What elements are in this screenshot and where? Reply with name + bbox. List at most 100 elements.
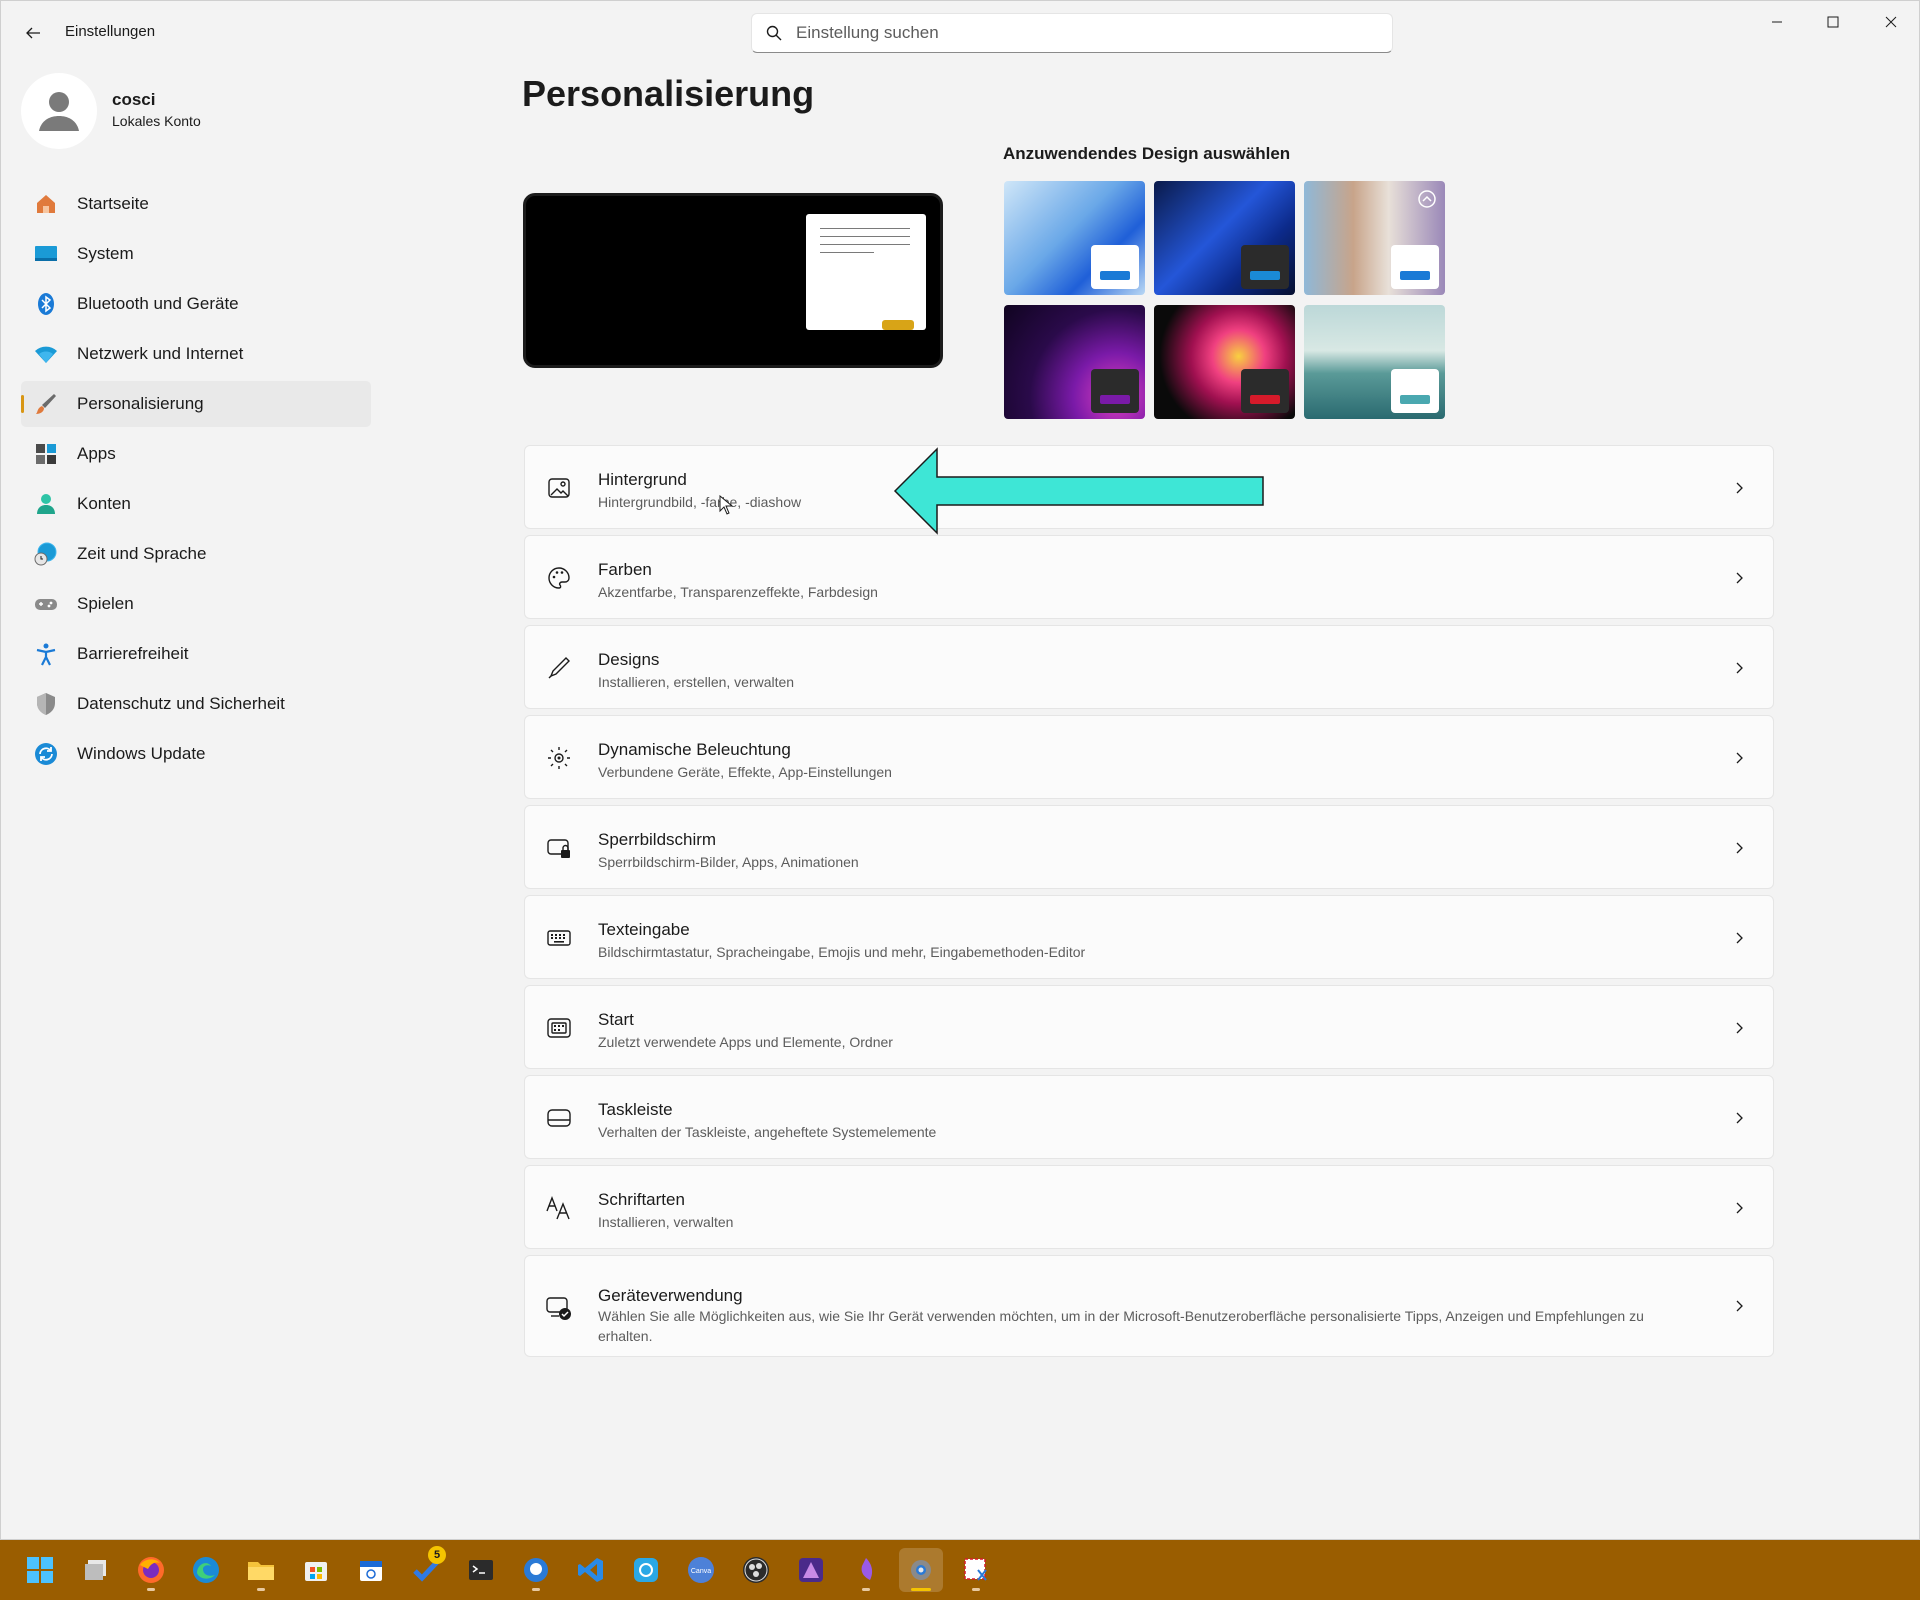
preview-window <box>806 214 926 330</box>
apps-icon <box>33 441 59 467</box>
card-subtitle: Sperrbildschirm-Bilder, Apps, Animatione… <box>598 854 859 870</box>
chat-icon <box>524 1558 548 1582</box>
app-title: Einstellungen <box>65 23 156 40</box>
globe-clock-icon <box>33 541 59 567</box>
notification-badge: 5 <box>428 1546 446 1564</box>
card-dynamische-beleuchtung[interactable]: Dynamische Beleuchtung Verbundene Geräte… <box>524 715 1774 799</box>
bluetooth-icon <box>33 291 59 317</box>
theme-flow[interactable] <box>1304 305 1445 419</box>
sidebar-item-label: Bluetooth und Geräte <box>77 294 239 313</box>
running-indicator <box>972 1588 980 1591</box>
affinity-icon <box>799 1558 823 1582</box>
theme-windows-dark[interactable] <box>1154 181 1295 295</box>
taskbar-terminal[interactable] <box>459 1548 503 1592</box>
theme-windows-light[interactable] <box>1004 181 1145 295</box>
taskbar-todo[interactable]: 5 <box>404 1546 448 1592</box>
minimize-icon <box>1772 21 1782 23</box>
maximize-button[interactable] <box>1805 1 1861 43</box>
snipping-tool-icon <box>964 1558 987 1581</box>
chevron-right-icon <box>1736 482 1743 494</box>
taskbar-affinity[interactable] <box>789 1548 833 1592</box>
preview-line <box>820 244 910 245</box>
sidebar-item-zeit-sprache[interactable]: Zeit und Sprache <box>21 531 371 577</box>
close-icon <box>1885 16 1897 28</box>
taskbar-start-button[interactable] <box>18 1548 62 1592</box>
sidebar-item-network[interactable]: Netzwerk und Internet <box>21 331 371 377</box>
card-subtitle: Wählen Sie alle Möglichkeiten aus, wie S… <box>598 1308 1644 1344</box>
profile-name: cosci <box>112 90 156 109</box>
sidebar-item-datenschutz[interactable]: Datenschutz und Sicherheit <box>21 681 371 727</box>
close-button[interactable] <box>1863 1 1919 43</box>
taskbar-firefox[interactable] <box>129 1548 173 1592</box>
minimize-button[interactable] <box>1749 1 1805 43</box>
taskbar-snipping-tool[interactable] <box>954 1548 998 1592</box>
sidebar-item-startseite[interactable]: Startseite <box>21 181 371 227</box>
preview-line <box>820 228 910 229</box>
theme-preview <box>523 193 943 368</box>
card-geraeteverwendung[interactable]: Geräteverwendung Wählen Sie alle Möglich… <box>524 1255 1774 1357</box>
taskbar-store[interactable] <box>294 1548 338 1592</box>
theme-captured-motion[interactable] <box>1154 305 1295 419</box>
page-title: Personalisierung <box>522 73 815 114</box>
theme-mini-window <box>1391 369 1439 413</box>
sidebar-item-apps[interactable]: Apps <box>21 431 371 477</box>
maximize-icon <box>1827 16 1839 28</box>
theme-accent-bar <box>1400 271 1430 280</box>
sidebar-item-system[interactable]: System <box>21 231 371 277</box>
chevron-right-icon <box>1736 1112 1743 1124</box>
accessibility-icon <box>33 641 59 667</box>
sidebar-item-konten[interactable]: Konten <box>21 481 371 527</box>
sidebar-item-label: Netzwerk und Internet <box>77 344 244 363</box>
back-button[interactable] <box>15 15 51 51</box>
card-taskleiste[interactable]: Taskleiste Verhalten der Taskleiste, ang… <box>524 1075 1774 1159</box>
search-input[interactable] <box>796 23 1356 43</box>
chevron-right-icon <box>1736 662 1743 674</box>
theme-accent-bar <box>1400 395 1430 404</box>
sidebar-item-bluetooth[interactable]: Bluetooth und Geräte <box>21 281 371 327</box>
image-icon <box>545 474 573 502</box>
taskbar-sync[interactable] <box>624 1548 668 1592</box>
theme-spotlight[interactable] <box>1304 181 1445 295</box>
card-farben[interactable]: Farben Akzentfarbe, Transparenzeffekte, … <box>524 535 1774 619</box>
user-profile[interactable]: cosci Lokales Konto <box>21 73 381 149</box>
brush-icon <box>33 391 59 417</box>
taskbar-purple-app[interactable] <box>844 1548 888 1592</box>
card-start[interactable]: Start Zuletzt verwendete Apps und Elemen… <box>524 985 1774 1069</box>
start-icon <box>545 1014 573 1042</box>
sidebar-item-label: Zeit und Sprache <box>77 544 207 563</box>
search-box[interactable] <box>751 13 1393 53</box>
wifi-icon <box>33 341 59 367</box>
taskbar-settings[interactable] <box>899 1548 943 1592</box>
lockscreen-icon <box>545 834 573 862</box>
settings-icon <box>911 1560 931 1580</box>
taskbar-vscode[interactable] <box>569 1548 613 1592</box>
taskbar-calendar[interactable] <box>349 1548 393 1592</box>
sidebar-item-spielen[interactable]: Spielen <box>21 581 371 627</box>
card-designs[interactable]: Designs Installieren, erstellen, verwalt… <box>524 625 1774 709</box>
taskbar-file-explorer[interactable] <box>239 1548 283 1592</box>
sidebar-item-barrierefreiheit[interactable]: Barrierefreiheit <box>21 631 371 677</box>
chevron-right-icon <box>1736 1202 1743 1214</box>
gamepad-icon <box>33 591 59 617</box>
theme-glow[interactable] <box>1004 305 1145 419</box>
theme-accent-bar <box>1250 395 1280 404</box>
task-view-icon <box>85 1560 106 1580</box>
file-explorer-icon <box>248 1562 274 1580</box>
firefox-icon <box>138 1557 164 1583</box>
sidebar-item-label: Startseite <box>77 194 149 213</box>
monitor-icon <box>33 241 59 267</box>
taskbar-canva[interactable]: Canva <box>679 1548 723 1592</box>
card-schriftarten[interactable]: Schriftarten Installieren, verwalten <box>524 1165 1774 1249</box>
card-texteingabe[interactable]: Texteingabe Bildschirmtastatur, Sprachei… <box>524 895 1774 979</box>
person-icon <box>33 491 59 517</box>
sidebar-item-windows-update[interactable]: Windows Update <box>21 731 371 777</box>
taskbar-chat[interactable] <box>514 1548 558 1592</box>
card-sperrbildschirm[interactable]: Sperrbildschirm Sperrbildschirm-Bilder, … <box>524 805 1774 889</box>
sidebar-item-personalisierung[interactable]: Personalisierung <box>21 381 371 427</box>
taskbar-task-view[interactable] <box>74 1548 118 1592</box>
title-bar: Einstellungen <box>1 1 1920 63</box>
running-indicator <box>147 1588 155 1591</box>
taskbar-edge[interactable] <box>184 1548 228 1592</box>
taskbar-obs[interactable] <box>734 1548 778 1592</box>
theme-mini-window <box>1241 369 1289 413</box>
